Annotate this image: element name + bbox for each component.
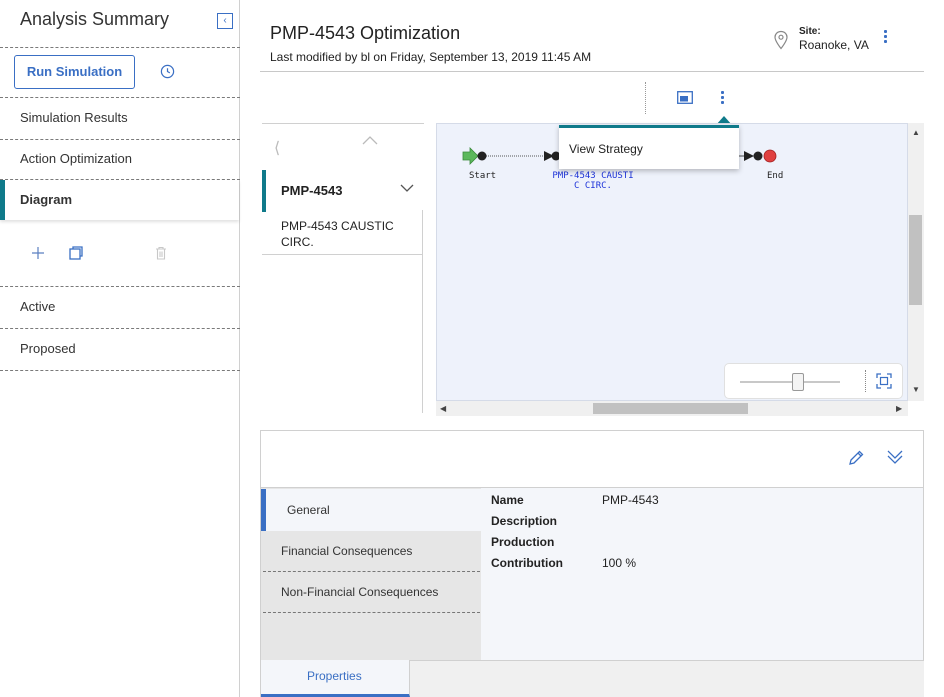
strategy-list xyxy=(262,123,424,413)
chevron-left-icon[interactable]: ⟨ xyxy=(274,138,280,158)
prop-name-value: PMP-4543 xyxy=(602,493,659,507)
list-item[interactable]: PMP-4543 CAUSTIC CIRC. xyxy=(281,218,411,250)
divider xyxy=(263,571,480,572)
site-label: Site: xyxy=(799,26,821,37)
sidebar-item-diagram[interactable]: Diagram xyxy=(0,180,239,220)
add-icon[interactable] xyxy=(30,245,46,261)
history-icon[interactable] xyxy=(160,64,175,79)
fit-to-screen-icon[interactable] xyxy=(876,373,892,389)
prop-production-key: Production xyxy=(491,535,555,549)
prop-contribution-key: Contribution xyxy=(491,556,563,570)
collapse-sidebar-icon[interactable]: ‹ xyxy=(217,13,233,29)
edit-pencil-icon[interactable] xyxy=(847,449,865,467)
end-node-label: End xyxy=(767,171,784,181)
prop-description-key: Description xyxy=(491,514,558,528)
horizontal-scroll-thumb[interactable] xyxy=(593,403,748,414)
selected-strategy-label: PMP-4543 xyxy=(281,183,343,198)
start-node xyxy=(477,151,487,161)
sidebar-item-simulation-results[interactable]: Simulation Results xyxy=(0,98,239,138)
scroll-up-arrow-icon[interactable]: ▲ xyxy=(912,128,920,137)
header-more-icon[interactable] xyxy=(884,30,890,45)
zoom-slider-track[interactable] xyxy=(740,381,840,383)
sidebar-item-active[interactable]: Active xyxy=(0,287,239,327)
analysis-sidebar: Analysis Summary ‹ Run Simulation Simula… xyxy=(0,0,240,697)
double-chevron-down-icon[interactable] xyxy=(886,448,904,466)
tab-financial-consequences[interactable]: Financial Consequences xyxy=(281,544,412,558)
prop-name-key: Name xyxy=(491,493,524,507)
start-node-icon xyxy=(462,147,479,165)
sidebar-item-proposed[interactable]: Proposed xyxy=(0,329,239,369)
tab-non-financial-consequences[interactable]: Non-Financial Consequences xyxy=(281,585,438,599)
tab-properties-label: Properties xyxy=(307,669,362,683)
tab-general-label: General xyxy=(287,503,330,517)
diagram-menu-popup: View Strategy xyxy=(559,125,739,169)
overview-icon[interactable] xyxy=(677,91,693,104)
prop-contribution-value: 100 % xyxy=(602,556,637,570)
scroll-right-arrow-icon[interactable]: ▶ xyxy=(896,404,902,413)
copy-icon[interactable] xyxy=(68,245,84,261)
end-node xyxy=(763,149,777,163)
zoom-slider-thumb[interactable] xyxy=(792,373,804,391)
zoom-separator xyxy=(865,370,866,392)
divider xyxy=(0,370,240,371)
end-node-dot xyxy=(753,151,763,161)
site-value: Roanoke, VA xyxy=(799,38,869,52)
chevron-up-icon[interactable] xyxy=(362,135,378,145)
delete-icon[interactable] xyxy=(153,245,169,261)
divider xyxy=(422,210,423,413)
location-pin-icon xyxy=(774,30,788,50)
scroll-left-arrow-icon[interactable]: ◀ xyxy=(440,404,446,413)
run-simulation-button[interactable]: Run Simulation xyxy=(14,55,135,89)
start-node-label: Start xyxy=(469,171,497,181)
scroll-down-arrow-icon[interactable]: ▼ xyxy=(912,385,920,394)
divider xyxy=(260,71,924,72)
sidebar-item-action-optimization[interactable]: Action Optimization xyxy=(0,139,239,179)
action-node-label-text: PMP-4543 CAUSTI C CIRC. xyxy=(552,171,634,191)
divider xyxy=(0,47,240,48)
connector-arrowhead xyxy=(744,151,754,161)
sidebar-title: Analysis Summary xyxy=(20,9,170,29)
view-strategy-menu-item[interactable]: View Strategy xyxy=(569,142,643,156)
diagram-more-icon[interactable] xyxy=(721,91,727,106)
last-modified-text: Last modified by bl on Friday, September… xyxy=(270,50,592,64)
page-title: PMP-4543 Optimization xyxy=(270,23,461,43)
chevron-down-icon[interactable] xyxy=(400,183,414,193)
divider xyxy=(263,612,480,613)
action-node-label[interactable]: PMP-4543 CAUSTI C CIRC. xyxy=(548,171,638,191)
toolbar-separator xyxy=(645,82,646,114)
vertical-scroll-thumb[interactable] xyxy=(909,215,922,305)
divider xyxy=(262,254,422,255)
